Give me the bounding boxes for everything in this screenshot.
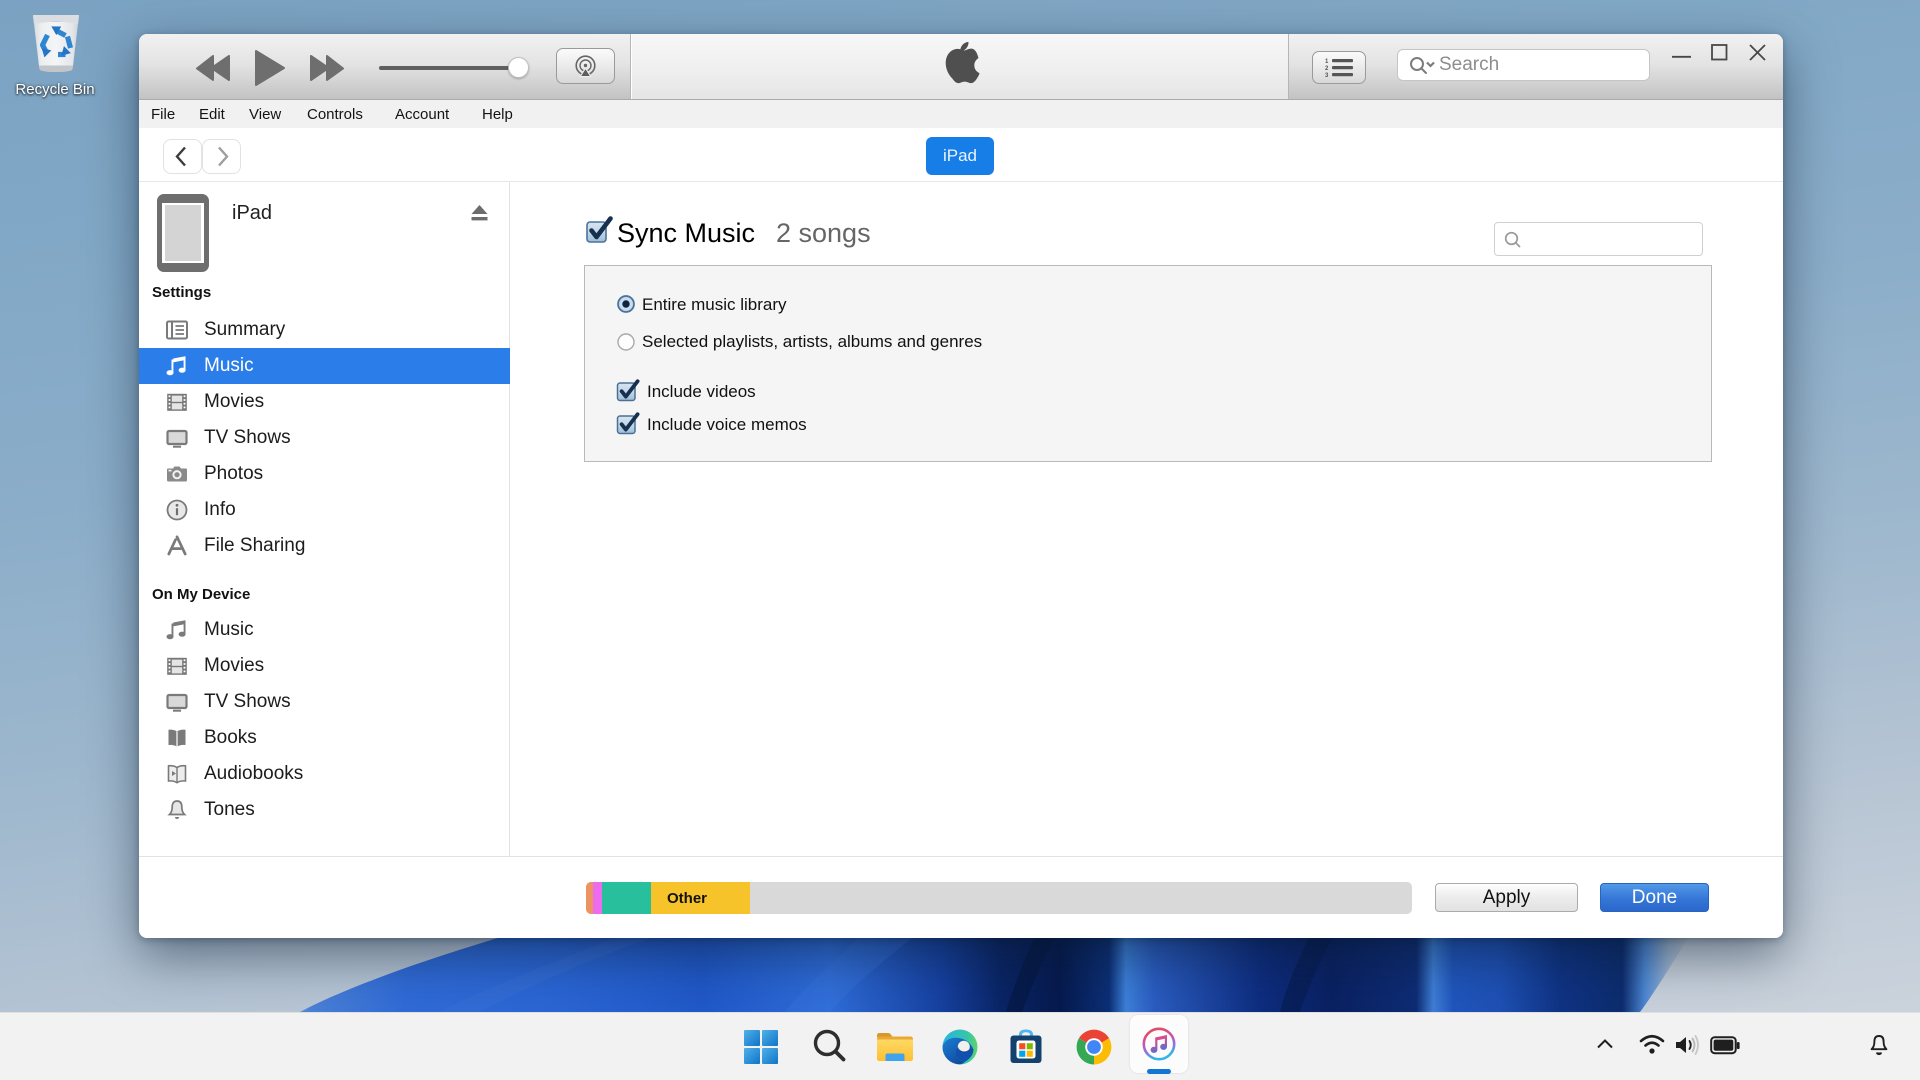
svg-text:1: 1 [1325, 59, 1329, 65]
svg-text:3: 3 [1325, 73, 1329, 78]
svg-text:2: 2 [1325, 66, 1329, 72]
